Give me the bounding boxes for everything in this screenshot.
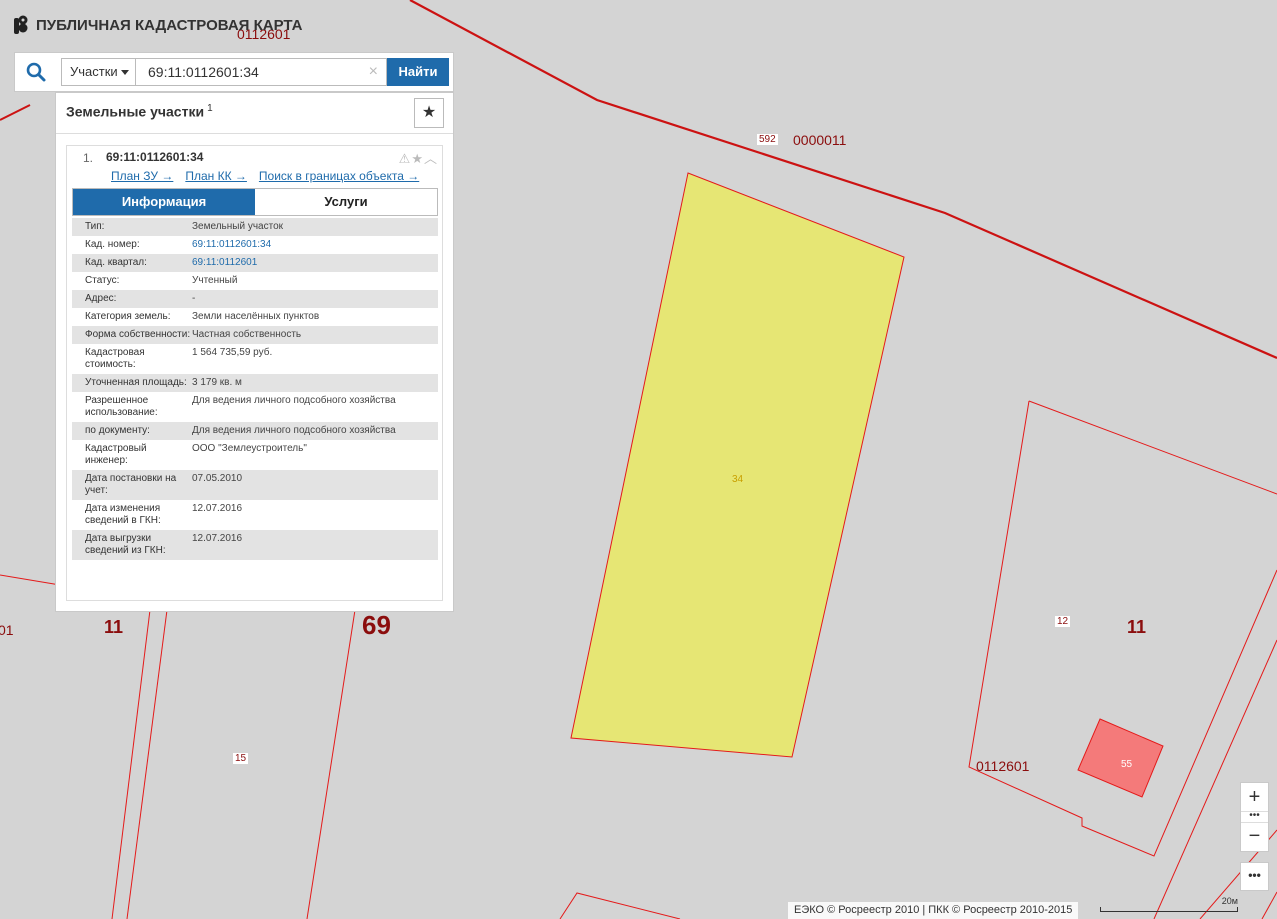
star-icon: ★ <box>421 104 437 121</box>
result-tabs: Информация Услуги <box>72 188 438 216</box>
attribute-value: Частная собственность <box>192 329 302 340</box>
attribute-label: Разрешенное использование: <box>85 395 158 418</box>
attribute-row: Кадастровый инженер: ООО "Землеустроитель… <box>72 440 438 470</box>
result-number[interactable]: 69:11:0112601:34 <box>106 150 203 164</box>
search-bar: Участки 69:11:0112601:34 × Найти <box>14 52 454 92</box>
favorites-button[interactable]: ★ <box>414 98 444 128</box>
district-label: 11 <box>1127 617 1147 637</box>
result-index: 1. <box>83 151 94 165</box>
attribute-row: Адрес: - <box>72 290 438 308</box>
attribute-value: Учтенный <box>192 275 238 286</box>
attribute-row: по документу: Для ведения личного подсобн… <box>72 422 438 440</box>
attribute-label: Статус: <box>85 275 120 286</box>
attribute-label: Кадастровая стоимость: <box>85 347 145 370</box>
attribute-row: Уточненная площадь: 3 179 кв. м <box>72 374 438 392</box>
attribute-table: Тип: Земельный участок Кад. номер: 69:11:0… <box>72 218 438 560</box>
attribute-value: Для ведения личного подсобного хозяйства <box>192 425 396 436</box>
attribute-label: Категория земель: <box>85 311 171 322</box>
chevron-up-icon[interactable]: ︿ <box>424 151 438 166</box>
attribute-value-link[interactable]: 69:11:0112601 <box>192 257 438 269</box>
close-icon[interactable]: × <box>369 59 378 85</box>
attribute-row: Статус: Учтенный <box>72 272 438 290</box>
star-icon[interactable]: ★ <box>411 151 424 166</box>
attribute-row: Кад. номер: 69:11:0112601:34 <box>72 236 438 254</box>
attribute-label: Уточненная площадь: <box>85 377 187 388</box>
attribute-label: Кад. квартал: <box>85 257 147 268</box>
card-tools: ⚠★︿ <box>399 148 438 167</box>
parcel-label: 55 <box>1121 759 1133 770</box>
search-query: 69:11:0112601:34 <box>148 64 259 80</box>
tab-services[interactable]: Услуги <box>255 189 437 215</box>
search-icon[interactable] <box>25 61 47 83</box>
parcel-label: 34 <box>732 474 744 485</box>
district-label: 69 <box>362 610 391 640</box>
scale-label: 20м <box>1221 896 1238 906</box>
attribute-value: - <box>192 293 196 304</box>
zoom-slider-handle[interactable]: ••• <box>1241 811 1268 823</box>
attribute-value: Земельный участок <box>192 221 284 232</box>
attribute-row: Дата постановки на учет: 07.05.2010 <box>72 470 438 500</box>
panel-title: Земельные участки 1 <box>66 103 213 120</box>
attribute-value: 07.05.2010 <box>192 473 243 484</box>
attribute-value: 12.07.2016 <box>192 503 243 514</box>
plan-zu-link[interactable]: План ЗУ → <box>111 169 173 183</box>
attribute-label: Адрес: <box>85 293 117 304</box>
attribute-row: Дата выгрузки сведений из ГКН: 12.07.2016 <box>72 530 438 560</box>
attribute-row: Дата изменения сведений в ГКН: 12.07.2016 <box>72 500 438 530</box>
scale-bar: 20м <box>1100 896 1238 912</box>
chevron-down-icon <box>121 70 129 75</box>
attribute-row: Разрешенное использование: Для ведения ли… <box>72 392 438 422</box>
attribute-label: Дата выгрузки сведений из ГКН: <box>85 533 166 556</box>
attribute-value: ООО "Землеустроитель" <box>192 443 307 454</box>
attribute-label: Дата изменения сведений в ГКН: <box>85 503 161 526</box>
search-input[interactable]: 69:11:0112601:34 × <box>136 58 387 86</box>
parcel-label: 15 <box>233 753 249 764</box>
attribute-value: Земли населённых пунктов <box>192 311 320 322</box>
result-count: 1 <box>207 103 213 114</box>
search-type-label: Участки <box>70 64 118 79</box>
app-title: ПУБЛИЧНАЯ КАДАСТРОВАЯ КАРТА <box>36 16 303 34</box>
block-label: 0112601 <box>976 758 1030 774</box>
plan-kk-link[interactable]: План КК → <box>185 169 247 183</box>
search-within-link[interactable]: Поиск в границах объекта → <box>259 169 419 183</box>
block-label: 01 <box>0 622 14 638</box>
zoom-control: + ••• − <box>1240 782 1269 852</box>
attribute-label: по документу: <box>85 425 150 436</box>
attribute-value: Для ведения личного подсобного хозяйства <box>192 395 396 406</box>
attribute-value: 1 564 735,59 руб. <box>192 347 273 358</box>
divider <box>56 133 453 134</box>
attribute-row: Кад. квартал: 69:11:0112601 <box>72 254 438 272</box>
block-label: 0000011 <box>793 132 847 148</box>
parcel-label: 12 <box>1055 616 1071 627</box>
attribute-label: Кад. номер: <box>85 239 140 250</box>
attribute-label: Кадастровый инженер: <box>85 443 147 466</box>
result-card: 1. 69:11:0112601:34 ⚠★︿ План ЗУ → План КК… <box>66 145 443 601</box>
app-header: ПУБЛИЧНАЯ КАДАСТРОВАЯ КАРТА <box>14 15 302 35</box>
panel-title-text: Земельные участки <box>66 103 205 120</box>
attribute-value-link[interactable]: 69:11:0112601:34 <box>192 239 438 251</box>
attribute-row: Тип: Земельный участок <box>72 218 438 236</box>
warning-icon[interactable]: ⚠ <box>399 151 412 166</box>
zoom-in-button[interactable]: + <box>1241 783 1268 811</box>
attribute-row: Кадастровая стоимость: 1 564 735,59 руб. <box>72 344 438 374</box>
zoom-out-button[interactable]: − <box>1241 823 1268 851</box>
attribute-row: Категория земель: Земли населённых пункто… <box>72 308 438 326</box>
search-type-select[interactable]: Участки <box>61 58 136 86</box>
parcel-label: 592 <box>757 134 778 145</box>
tab-info[interactable]: Информация <box>73 189 255 215</box>
find-button[interactable]: Найти <box>387 58 449 86</box>
attribute-label: Тип: <box>85 221 105 232</box>
result-links: План ЗУ → План КК → Поиск в границах объек… <box>111 169 431 183</box>
attribution: ЕЭКО © Росреестр 2010 | ПКК © Росреестр … <box>788 902 1079 919</box>
district-label: 11 <box>104 617 124 637</box>
attribute-row: Форма собственности: Частная собственност… <box>72 326 438 344</box>
attribute-label: Дата постановки на учет: <box>85 473 177 496</box>
attribute-value: 3 179 кв. м <box>192 377 242 388</box>
logo-icon <box>14 15 28 34</box>
attribute-value: 12.07.2016 <box>192 533 243 544</box>
more-button[interactable]: ••• <box>1240 862 1269 891</box>
scale-line <box>1100 907 1238 912</box>
attribute-label: Форма собственности: <box>85 329 191 340</box>
results-panel: Земельные участки 1 ★ 1. 69:11:0112601:34… <box>55 92 454 612</box>
